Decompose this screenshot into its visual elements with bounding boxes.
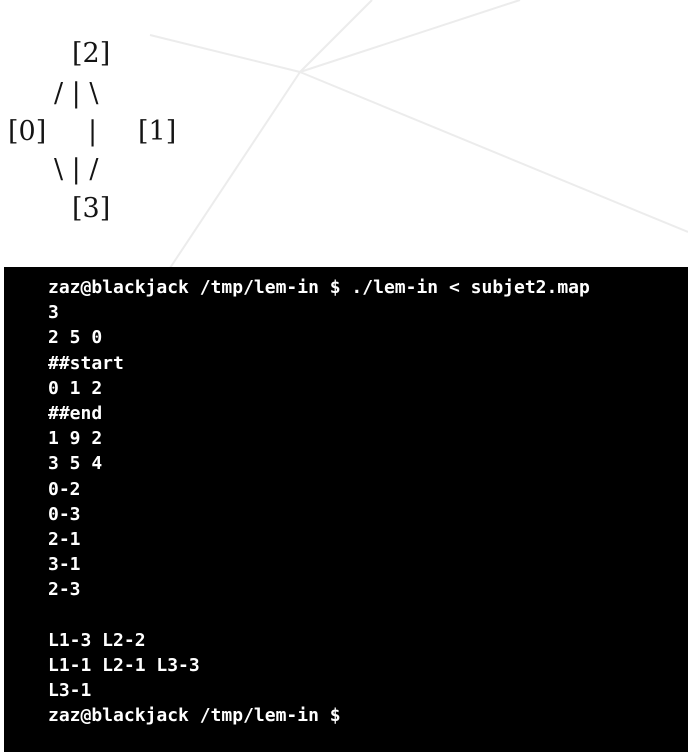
terminal-output-line: 2 5 0 — [48, 327, 103, 349]
lower-edges: \ | / — [54, 154, 99, 185]
terminal-output-line: 3 — [48, 302, 59, 324]
terminal-output-line: 1 9 2 — [48, 428, 103, 450]
node-1: [1] — [138, 116, 177, 147]
terminal-output-line: ##end — [48, 403, 103, 424]
node-2: [2] — [72, 38, 111, 69]
screenshot: [2] / | \ [0] | [1] \ | / [3] zaz@blackj… — [0, 0, 688, 752]
graph-diagram: [2] / | \ [0] | [1] \ | / [3] — [0, 0, 688, 268]
terminal-output-line: L1-1 L2-1 L3-3 — [48, 655, 200, 676]
terminal-output-line: 3-1 — [48, 554, 81, 576]
node-3: [3] — [72, 193, 111, 224]
middle-edge: | — [88, 116, 98, 147]
terminal-output-line: L3-1 — [48, 680, 92, 702]
terminal-output-line: 2-1 — [48, 529, 81, 550]
upper-edges: / | \ — [54, 78, 99, 109]
node-0: [0] — [8, 116, 47, 147]
terminal-output-line: 0-3 — [48, 503, 81, 525]
terminal-output-line: L1-3 L2-2 — [48, 629, 146, 651]
terminal-output-line: 2-3 — [48, 579, 81, 601]
terminal-prompt-line: zaz@blackjack /tmp/lem-in $ — [48, 705, 341, 727]
terminal-command-line: zaz@blackjack /tmp/lem-in $ ./lem-in < s… — [48, 277, 590, 298]
terminal-output-line: 0-2 — [48, 478, 81, 500]
terminal-window[interactable]: zaz@blackjack /tmp/lem-in $ ./lem-in < s… — [4, 267, 688, 752]
terminal-output-line: 3 5 4 — [48, 453, 103, 475]
terminal-output-line: 0 1 2 — [48, 377, 103, 399]
terminal-output-line: ##start — [48, 352, 124, 374]
